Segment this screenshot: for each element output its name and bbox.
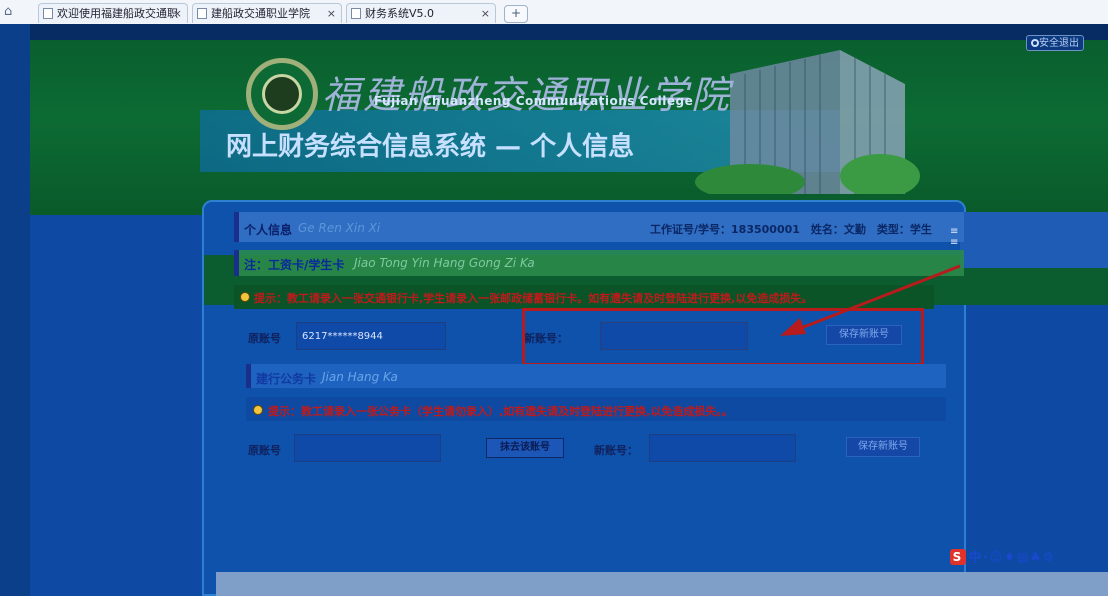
- annotation-arrow-icon: [780, 264, 961, 336]
- power-icon: [1031, 39, 1039, 47]
- page-icon: [197, 8, 207, 19]
- system-title: 网上财务综合信息系统 — 个人信息: [226, 132, 635, 162]
- top-band: [30, 24, 1108, 40]
- close-icon[interactable]: ×: [481, 4, 490, 23]
- section-accent: [234, 250, 239, 276]
- college-name-english: Fujian Chuanzheng Communications College: [374, 94, 694, 108]
- college-logo-emblem: [262, 74, 302, 114]
- close-icon[interactable]: ×: [327, 4, 336, 23]
- browser-tab[interactable]: 建船政交通职业学院 ×: [192, 3, 342, 23]
- ime-toolbar[interactable]: S 中·☺♦▤♣⚙: [950, 548, 1108, 568]
- salary-card-section-title: 注：工资卡/学生卡: [244, 258, 345, 272]
- tab-label: 建船政交通职业学院: [211, 7, 310, 20]
- official-old-account-field[interactable]: [294, 434, 441, 462]
- panel-footer: [216, 572, 1108, 596]
- browser-tab-bar: ⌂ 欢迎使用福建船政交通职 × 建船政交通职业学院 × 财务系统V5.0 × +: [0, 0, 1108, 25]
- official-card-notice: 提示：教工请录入一张公务卡（学生请勿录入）,如有遗失请及时登陆进行更换,以免造成…: [268, 405, 733, 418]
- warning-icon: [240, 292, 250, 302]
- official-new-account-field[interactable]: [649, 434, 796, 462]
- tab-label: 欢迎使用福建船政交通职: [57, 7, 178, 20]
- side-area: [960, 212, 1108, 268]
- close-icon[interactable]: ×: [173, 4, 182, 23]
- section-accent: [246, 364, 251, 388]
- save-official-account-button[interactable]: 保存新账号: [846, 437, 920, 457]
- old-account-label: 原账号: [248, 444, 281, 457]
- sogou-ime-icon[interactable]: S: [950, 549, 966, 565]
- old-account-field[interactable]: [296, 322, 446, 350]
- ime-mode[interactable]: 中: [969, 550, 983, 564]
- logout-button[interactable]: 安全退出: [1026, 35, 1084, 51]
- new-tab-button[interactable]: +: [504, 5, 528, 23]
- page-icon: [351, 8, 361, 19]
- ime-tools-icon[interactable]: ·☺♦▤♣⚙: [983, 550, 1056, 564]
- profile-section-pinyin: Ge Ren Xin Xi: [298, 221, 381, 235]
- salary-card-section-pinyin: Jiao Tong Yin Hang Gong Zi Ka: [354, 256, 535, 270]
- left-margin: [0, 24, 30, 596]
- scroll-control-icon[interactable]: ≡ ≡: [950, 226, 958, 248]
- warning-icon: [253, 405, 263, 415]
- home-icon[interactable]: ⌂: [4, 4, 12, 19]
- page-icon: [43, 8, 53, 19]
- logout-label: 安全退出: [1039, 38, 1079, 49]
- salary-card-notice: 提示：教工请录入一张交通银行卡,学生请录入一张邮政储蓄银行卡。如有遗失请及时登陆…: [254, 292, 813, 305]
- profile-section-title: 个人信息: [244, 223, 293, 237]
- browser-tab[interactable]: 欢迎使用福建船政交通职 ×: [38, 3, 188, 23]
- clear-account-button[interactable]: 抹去该账号: [486, 438, 564, 458]
- official-card-section-pinyin: Jian Hang Ka: [322, 370, 398, 384]
- browser-tab-active[interactable]: 财务系统V5.0 ×: [346, 3, 496, 23]
- user-info: 工作证号/学号：183500001 姓名：文勤 类型：学生: [650, 223, 932, 236]
- official-card-section-title: 建行公务卡: [256, 372, 317, 386]
- new-account-label: 新账号：: [594, 444, 638, 457]
- college-name-chinese: 福建船政交通职业学院: [322, 73, 733, 117]
- section-accent: [234, 212, 239, 242]
- old-account-label: 原账号: [248, 332, 281, 345]
- tab-label: 财务系统V5.0: [365, 7, 435, 20]
